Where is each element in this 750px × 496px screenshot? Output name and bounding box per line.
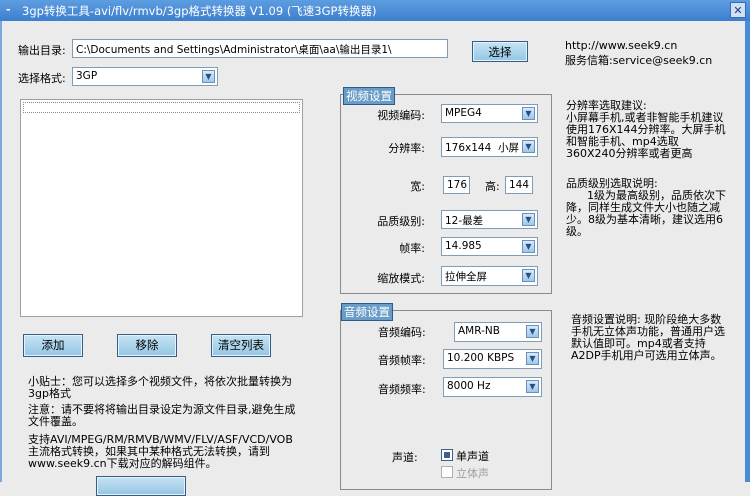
resolution-select[interactable]: 176x144 小屏 ▼ xyxy=(441,137,538,157)
quality-select[interactable]: 12-最差 ▼ xyxy=(441,210,538,229)
chevron-down-icon: ▼ xyxy=(526,352,539,365)
video-codec-label: 视频编码: xyxy=(377,109,425,122)
window-border-right xyxy=(745,21,750,482)
convert-button[interactable] xyxy=(96,476,186,496)
height-input[interactable]: 144 xyxy=(505,176,533,194)
audio-settings-legend: 音频设置 xyxy=(341,303,393,321)
video-codec-select[interactable]: MPEG4 ▼ xyxy=(441,104,538,123)
framerate-select[interactable]: 14.985 ▼ xyxy=(441,237,538,256)
resolution-label: 分辨率: xyxy=(388,142,425,155)
stereo-checkbox[interactable] xyxy=(441,466,453,478)
chevron-down-icon: ▼ xyxy=(202,70,215,83)
window-title: 3gp转换工具-avi/flv/rmvb/3gp格式转换器 V1.09 (飞速3… xyxy=(22,4,377,18)
audio-samplerate-label: 音频频率: xyxy=(378,383,426,396)
stereo-label: 立体声 xyxy=(456,467,489,480)
scale-mode-label: 缩放模式: xyxy=(377,272,425,285)
scale-mode-select[interactable]: 拉伸全屏 ▼ xyxy=(441,266,538,286)
chevron-down-icon: ▼ xyxy=(522,140,535,153)
scale-mode-value: 拉伸全屏 xyxy=(445,271,487,283)
warning-text: 注意：请不要将将输出目录设定为源文件目录,避免生成文件覆盖。 xyxy=(28,403,296,428)
window-border-left xyxy=(0,21,2,482)
height-label: 高: xyxy=(485,180,500,193)
audio-samplerate-select[interactable]: 8000 Hz ▼ xyxy=(443,377,542,397)
add-button[interactable]: 添加 xyxy=(23,334,83,357)
tip-text: 小贴士：您可以选择多个视频文件，将依次批量转换为3gp格式 xyxy=(28,375,292,400)
audio-samplerate-value: 8000 Hz xyxy=(447,380,491,392)
quality-value: 12-最差 xyxy=(445,215,484,227)
framerate-label: 帧率: xyxy=(399,242,425,255)
resolution-note: 分辨率选取建议: 小屏幕手机,或者非智能手机建议使用176X144分辨率。大屏手… xyxy=(566,99,726,160)
service-email: 服务信箱:service@seek9.cn xyxy=(565,54,713,67)
output-dir-label: 输出目录: xyxy=(18,44,66,57)
audio-codec-select[interactable]: AMR-NB ▼ xyxy=(454,322,542,342)
choose-dir-button[interactable]: 选择 xyxy=(472,41,528,62)
video-settings-legend: 视频设置 xyxy=(343,87,395,105)
framerate-value: 14.985 xyxy=(445,240,482,252)
width-input[interactable]: 176 xyxy=(443,176,470,194)
channel-label: 声道: xyxy=(392,451,418,464)
chevron-down-icon: ▼ xyxy=(522,107,535,120)
title-bar: 3gp转换工具-avi/flv/rmvb/3gp格式转换器 V1.09 (飞速3… xyxy=(0,0,750,21)
audio-bitrate-select[interactable]: 10.200 KBPS ▼ xyxy=(443,349,542,369)
list-focus-row xyxy=(23,102,300,113)
close-button[interactable]: ✕ xyxy=(730,2,746,18)
format-label: 选择格式: xyxy=(18,72,66,85)
chevron-down-icon: ▼ xyxy=(522,213,535,226)
system-menu-icon[interactable]: - xyxy=(6,3,11,16)
chevron-down-icon: ▼ xyxy=(526,325,539,338)
audio-codec-label: 音频编码: xyxy=(378,326,426,339)
audio-bitrate-label: 音频帧率: xyxy=(378,354,426,367)
mono-label: 单声道 xyxy=(456,450,489,463)
video-codec-value: MPEG4 xyxy=(445,107,482,119)
audio-note: 音频设置说明: 现阶段绝大多数手机无立体声功能，普通用户选默认值即可。mp4或者… xyxy=(571,313,725,362)
clear-list-button[interactable]: 清空列表 xyxy=(211,334,271,357)
mono-checkbox[interactable] xyxy=(441,449,453,461)
website-url[interactable]: http://www.seek9.cn xyxy=(565,39,677,52)
width-label: 宽: xyxy=(410,180,425,193)
file-list[interactable] xyxy=(20,99,303,317)
resolution-value: 176x144 小屏 xyxy=(445,142,519,154)
chevron-down-icon: ▼ xyxy=(526,380,539,393)
video-settings-group xyxy=(340,94,552,294)
audio-codec-value: AMR-NB xyxy=(458,325,500,337)
output-dir-input[interactable]: C:\Documents and Settings\Administrator\… xyxy=(72,39,448,58)
quality-label: 品质级别: xyxy=(377,215,425,228)
quality-note: 品质级别选取说明: 1级为最高级别，品质依次下降，同样生成文件大小也随之减少。8… xyxy=(566,177,726,238)
chevron-down-icon: ▼ xyxy=(522,269,535,282)
remove-button[interactable]: 移除 xyxy=(117,334,177,357)
chevron-down-icon: ▼ xyxy=(522,240,535,253)
format-select[interactable]: 3GP ▼ xyxy=(72,67,218,86)
audio-bitrate-value: 10.200 KBPS xyxy=(447,352,515,364)
format-value: 3GP xyxy=(76,70,98,82)
support-text: 支持AVI/MPEG/RM/RMVB/WMV/FLV/ASF/VCD/VOB主流… xyxy=(28,433,293,470)
